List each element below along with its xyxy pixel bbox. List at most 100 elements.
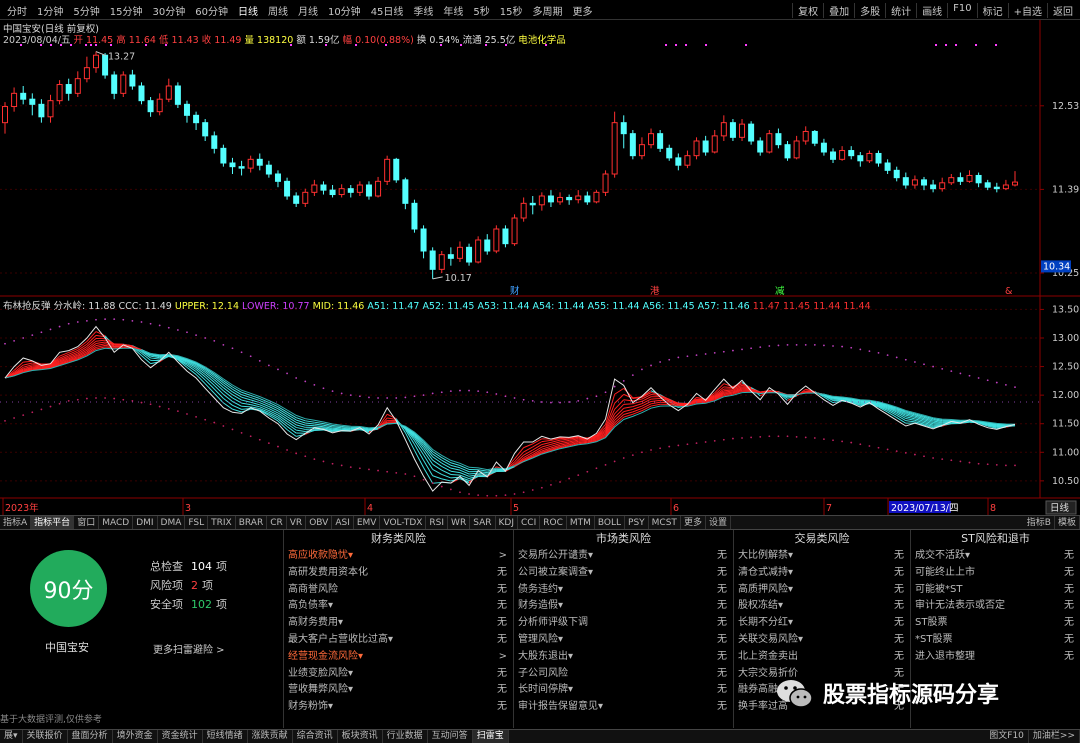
indicator-tab[interactable]: DMA xyxy=(158,516,186,529)
bottom-tab[interactable]: 行业数据 xyxy=(383,730,428,743)
indicator-tab[interactable]: BRAR xyxy=(236,516,268,529)
risk-row[interactable]: 高负债率▾ 无 xyxy=(284,598,513,615)
period-tab[interactable]: 年线 xyxy=(438,3,468,18)
indicator-tab[interactable]: MACD xyxy=(99,516,134,529)
bottom-tab[interactable]: 综合资讯 xyxy=(293,730,338,743)
period-tab[interactable]: 季线 xyxy=(408,3,438,18)
indicator-tab[interactable]: 更多 xyxy=(681,516,706,529)
period-tab[interactable]: 5秒 xyxy=(468,3,494,18)
risk-row[interactable]: 高应收款隐忧▾ > xyxy=(284,548,513,565)
risk-row[interactable]: 长时间停牌▾ 无 xyxy=(514,682,733,699)
risk-row[interactable]: 成交不活跃▾ 无 xyxy=(911,548,1080,565)
bottom-tab[interactable]: 关联报价 xyxy=(23,730,68,743)
indicator-tab[interactable]: ASI xyxy=(332,516,354,529)
price-chart[interactable]: 12.5311.3910.2510.3413.2710.17财港减 &13.501… xyxy=(0,20,1080,515)
period-tab[interactable]: 30分钟 xyxy=(147,3,190,18)
indicator-tab[interactable]: RSI xyxy=(426,516,449,529)
period-tab[interactable]: 多周期 xyxy=(528,3,568,18)
risk-row[interactable]: 高质押风险▾ 无 xyxy=(734,582,910,599)
bottom-tab[interactable]: 盘面分析 xyxy=(68,730,113,743)
risk-row[interactable]: 财务粉饰▾ 无 xyxy=(284,699,513,716)
indicator-tab[interactable]: 指标平台 xyxy=(31,516,75,529)
risk-row[interactable]: 营收舞弊风险▾ 无 xyxy=(284,682,513,699)
indicator-tab[interactable]: WR xyxy=(448,516,471,529)
period-tab[interactable]: 60分钟 xyxy=(190,3,233,18)
risk-row[interactable]: ST股票 无 xyxy=(911,615,1080,632)
bottom-tab[interactable]: 板块资讯 xyxy=(338,730,383,743)
more-scan-link[interactable]: 更多扫雷避险 > xyxy=(153,641,225,656)
risk-row[interactable]: 业绩变脸风险▾ 无 xyxy=(284,666,513,683)
bottom-right-tab[interactable]: 加油栏>> xyxy=(1029,730,1080,743)
indicator-tab[interactable]: PSY xyxy=(625,516,649,529)
risk-row[interactable]: 可能终止上市 无 xyxy=(911,565,1080,582)
toolbar-action-button[interactable]: 标记 xyxy=(976,3,1008,18)
indicator-tab[interactable]: SAR xyxy=(470,516,496,529)
period-tab[interactable]: 分时 xyxy=(2,3,32,18)
bottom-tab[interactable]: 扫雷宝 xyxy=(472,730,509,743)
indicator-tab[interactable]: EMV xyxy=(354,516,381,529)
indicator-tab[interactable]: OBV xyxy=(306,516,333,529)
bottom-tab[interactable]: 短线情绪 xyxy=(203,730,248,743)
period-tab[interactable]: 15分钟 xyxy=(105,3,148,18)
risk-row[interactable]: 交易所公开谴责▾ 无 xyxy=(514,548,733,565)
toolbar-action-button[interactable]: F10 xyxy=(947,3,976,18)
indicator-tab[interactable]: MCST xyxy=(649,516,681,529)
risk-row[interactable]: 审计报告保留意见▾ 无 xyxy=(514,699,733,716)
risk-row[interactable]: 大股东退出▾ 无 xyxy=(514,649,733,666)
risk-row[interactable]: 股权冻结▾ 无 xyxy=(734,598,910,615)
indicator-tab[interactable]: ROC xyxy=(540,516,567,529)
bottom-right-tab[interactable]: 图文F10 xyxy=(985,730,1029,743)
bottom-tab[interactable]: 展▾ xyxy=(0,730,23,743)
bottom-tab[interactable]: 资金统计 xyxy=(158,730,203,743)
risk-row[interactable]: 关联交易风险▾ 无 xyxy=(734,632,910,649)
period-tab[interactable]: 周线 xyxy=(263,3,293,18)
risk-row[interactable]: 北上资金卖出 无 xyxy=(734,649,910,666)
risk-row[interactable]: 公司被立案调查▾ 无 xyxy=(514,565,733,582)
risk-row[interactable]: 长期不分红▾ 无 xyxy=(734,615,910,632)
risk-row[interactable]: 财务造假▾ 无 xyxy=(514,598,733,615)
indicator-tab[interactable]: 指标A xyxy=(0,516,32,529)
indicator-tab[interactable]: 窗口 xyxy=(74,516,100,529)
period-tab[interactable]: 1分钟 xyxy=(32,3,68,18)
risk-row[interactable]: 进入退市整理 无 xyxy=(911,649,1080,666)
risk-row[interactable]: *ST股票 无 xyxy=(911,632,1080,649)
risk-row[interactable]: 最大客户占营收比过高▾ 无 xyxy=(284,632,513,649)
risk-row[interactable]: 管理风险▾ 无 xyxy=(514,632,733,649)
risk-row[interactable]: 大比例解禁▾ 无 xyxy=(734,548,910,565)
bottom-tab[interactable]: 境外资金 xyxy=(113,730,158,743)
period-tab[interactable]: 15秒 xyxy=(495,3,528,18)
period-tab[interactable]: 更多 xyxy=(568,3,598,18)
indicator-tab[interactable]: CR xyxy=(267,516,287,529)
toolbar-action-button[interactable]: 统计 xyxy=(885,3,916,18)
risk-row[interactable]: 高商誉风险 无 xyxy=(284,582,513,599)
toolbar-action-button[interactable]: 叠加 xyxy=(823,3,854,18)
risk-row[interactable]: 债务违约▾ 无 xyxy=(514,582,733,599)
toolbar-action-button[interactable]: 返回 xyxy=(1047,3,1078,18)
risk-row[interactable]: 子公司风险 无 xyxy=(514,666,733,683)
toolbar-action-button[interactable]: 画线 xyxy=(916,3,947,18)
period-tab[interactable]: 5分钟 xyxy=(68,3,104,18)
indicator-tab[interactable]: 设置 xyxy=(706,516,731,529)
period-tab[interactable]: 45日线 xyxy=(366,3,409,18)
risk-row[interactable]: 清仓式减持▾ 无 xyxy=(734,565,910,582)
indicator-tab-right[interactable]: 模板 xyxy=(1055,516,1080,529)
indicator-tab[interactable]: CCI xyxy=(518,516,541,529)
indicator-tab[interactable]: BOLL xyxy=(595,516,626,529)
period-tab[interactable]: 月线 xyxy=(293,3,323,18)
risk-row[interactable]: 审计无法表示或否定 无 xyxy=(911,598,1080,615)
risk-row[interactable]: 分析师评级下调 无 xyxy=(514,615,733,632)
bottom-tab[interactable]: 互动问答 xyxy=(428,730,473,743)
indicator-tab[interactable]: FSL xyxy=(185,516,209,529)
period-tab[interactable]: 日线 xyxy=(233,3,263,18)
period-tab[interactable]: 10分钟 xyxy=(323,3,366,18)
indicator-tab[interactable]: DMI xyxy=(133,516,158,529)
toolbar-action-button[interactable]: 多股 xyxy=(854,3,885,18)
toolbar-action-button[interactable]: 复权 xyxy=(792,3,823,18)
indicator-tab[interactable]: VR xyxy=(287,516,307,529)
risk-row[interactable]: 可能被*ST 无 xyxy=(911,582,1080,599)
risk-row[interactable]: 高研发费用资本化 无 xyxy=(284,565,513,582)
indicator-tab[interactable]: TRIX xyxy=(208,516,236,529)
indicator-tab[interactable]: MTM xyxy=(567,516,595,529)
indicator-tab-right[interactable]: 指标B xyxy=(1024,516,1055,529)
toolbar-action-button[interactable]: +自选 xyxy=(1007,3,1047,18)
